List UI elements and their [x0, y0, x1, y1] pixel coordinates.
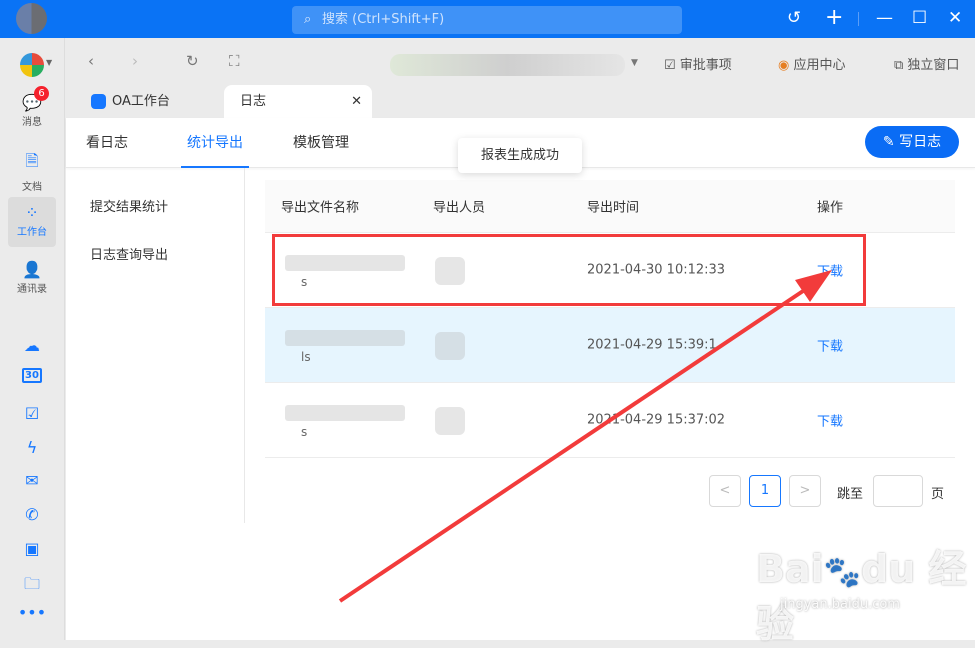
watermark-url: jingyan.baidu.com [780, 597, 900, 612]
watermark-logo: Bai🐾du 经验 [756, 547, 967, 646]
